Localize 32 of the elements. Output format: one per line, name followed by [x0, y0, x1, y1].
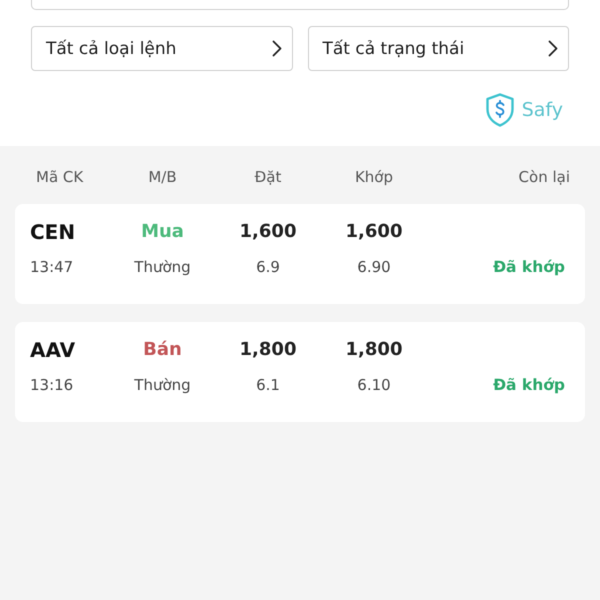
order-time: 13:47: [30, 257, 74, 278]
stock-symbol: AAV: [30, 337, 76, 363]
column-header: Còn lại: [518, 167, 570, 188]
matched-price: 6.10: [357, 375, 391, 396]
order-quantity: 1,800: [240, 338, 296, 362]
order-card[interactable]: AAV Bán 1,800 1,800 13:16 Thường 6.1 6.10 Đã khớp: [15, 322, 585, 422]
column-header: M/B: [148, 167, 177, 188]
matched-quantity: 1,600: [346, 220, 402, 244]
filter-dropdown[interactable]: Tất cả loại lệnh: [31, 26, 292, 71]
stock-symbol: CEN: [30, 219, 76, 245]
matched-price: 6.90: [357, 257, 391, 278]
order-type: Thường: [134, 257, 191, 278]
shield-dollar-icon: [486, 93, 514, 127]
order-price: 6.9: [256, 257, 280, 278]
input-field[interactable]: [31, 0, 569, 10]
column-header: Khớp: [354, 167, 394, 188]
column-header: Đặt: [254, 167, 282, 188]
matched-quantity: 1,800: [346, 338, 402, 362]
brand-name: Safy: [522, 98, 563, 122]
column-header: Mã CK: [35, 167, 84, 188]
filter-dropdown[interactable]: Tất cả trạng thái: [308, 26, 569, 71]
order-type: Thường: [134, 375, 191, 396]
order-price: 6.1: [256, 375, 280, 396]
order-time: 13:16: [30, 375, 74, 396]
order-card[interactable]: CEN Mua 1,600 1,600 13:47 Thường 6.9 6.90 Đã khớp: [15, 204, 585, 304]
order-quantity: 1,600: [240, 220, 296, 244]
chevron-right-icon: [272, 40, 282, 57]
order-status: Đã khớp: [493, 375, 565, 396]
order-status: Đã khớp: [493, 257, 565, 278]
order-side: Mua: [141, 220, 184, 244]
chevron-right-icon: [548, 40, 558, 57]
order-side: Bán: [143, 338, 182, 362]
